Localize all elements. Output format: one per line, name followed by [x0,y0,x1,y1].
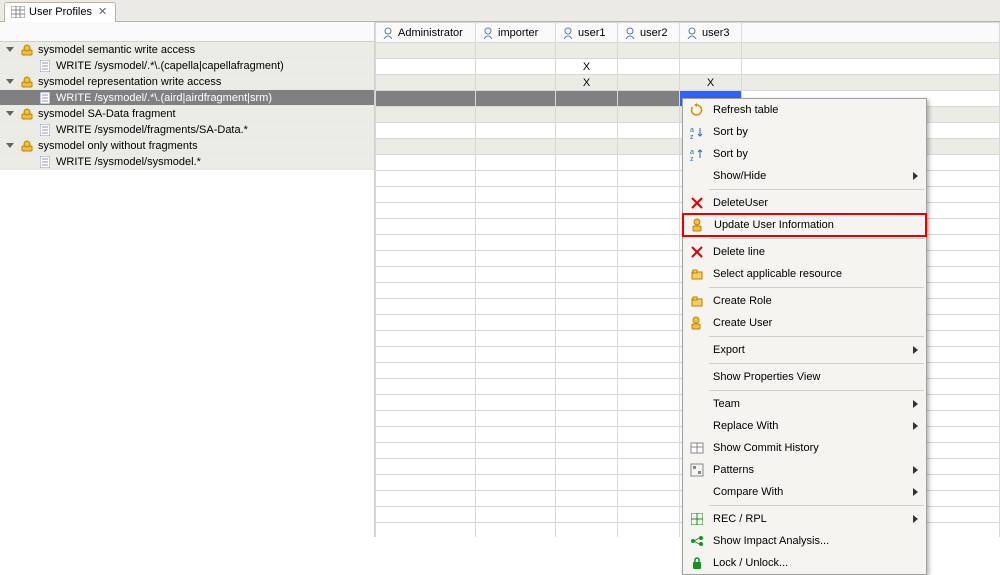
document-icon [38,155,52,169]
submenu-arrow-icon [913,488,918,496]
tree-group-label: sysmodel semantic write access [38,44,195,56]
tree-group-label: sysmodel only without fragments [38,140,198,152]
role-icon [20,139,34,153]
svg-text:z: z [690,156,694,161]
tab-user-profiles[interactable]: User Profiles ✕ [4,2,116,22]
tree-panel: sysmodel semantic write access WRITE /sy… [0,22,375,537]
tree-group[interactable]: sysmodel only without fragments [0,138,374,154]
cell[interactable] [680,59,742,75]
menu-sort-asc[interactable]: az Sort by [683,121,926,143]
submenu-arrow-icon [913,422,918,430]
cell[interactable] [376,59,476,75]
tree-group-label: sysmodel representation write access [38,76,221,88]
tree-child[interactable]: WRITE /sysmodel/sysmodel.* [0,154,374,170]
svg-text:a: a [690,149,694,156]
tab-bar: User Profiles ✕ [0,0,1000,22]
menu-select-resource[interactable]: Select applicable resource [683,263,926,285]
user-edit-icon [688,218,708,232]
col-header[interactable]: Administrator [376,23,476,43]
col-header[interactable]: user2 [618,23,680,43]
sort-asc-icon: az [687,125,707,139]
menu-create-role[interactable]: Create Role [683,290,926,312]
user-icon [687,316,707,330]
tree-child-label: WRITE /sysmodel/.*\.(capella|capellafrag… [56,60,284,72]
tree-group[interactable]: sysmodel representation write access [0,74,374,90]
menu-replace-with[interactable]: Replace With [683,415,926,437]
col-header[interactable]: user3 [680,23,742,43]
sort-desc-icon: az [687,147,707,161]
lock-icon [687,556,707,570]
chevron-down-icon [6,143,14,148]
tree-group[interactable]: sysmodel SA-Data fragment [0,106,374,122]
menu-rec-rpl[interactable]: REC / RPL [683,508,926,530]
col-header[interactable]: user1 [556,23,618,43]
tree-child[interactable]: WRITE /sysmodel/fragments/SA-Data.* [0,122,374,138]
menu-show-hide[interactable]: Show/Hide [683,165,926,187]
chevron-down-icon [6,111,14,116]
tree-child-selected[interactable]: WRITE /sysmodel/.*\.(aird|airdfragment|s… [0,90,374,106]
cell[interactable] [476,59,556,75]
chevron-down-icon [6,79,14,84]
menu-sort-desc[interactable]: az Sort by [683,143,926,165]
refresh-icon [687,103,707,117]
cell[interactable] [618,59,680,75]
menu-delete-line[interactable]: Delete line [683,241,926,263]
menu-show-impact[interactable]: Show Impact Analysis... [683,530,926,552]
tree-child[interactable]: WRITE /sysmodel/.*\.(capella|capellafrag… [0,58,374,74]
cell[interactable]: X [556,75,618,91]
resource-icon [687,268,707,280]
tree-child-label: WRITE /sysmodel/fragments/SA-Data.* [56,124,248,136]
role-icon [20,107,34,121]
svg-text:a: a [690,127,694,134]
menu-export[interactable]: Export [683,339,926,361]
menu-lock-unlock[interactable]: Lock / Unlock... [683,552,926,574]
document-icon [38,59,52,73]
menu-update-user-info[interactable]: Update User Information [682,213,927,237]
menu-commit-history[interactable]: Show Commit History [683,437,926,459]
delete-icon [687,246,707,258]
menu-team[interactable]: Team [683,393,926,415]
col-header[interactable]: importer [476,23,556,43]
menu-refresh-table[interactable]: Refresh table [683,99,926,121]
submenu-arrow-icon [913,400,918,408]
tree-child-label: WRITE /sysmodel/sysmodel.* [56,156,201,168]
close-icon[interactable]: ✕ [98,5,107,19]
document-icon [38,123,52,137]
menu-show-properties[interactable]: Show Properties View [683,366,926,388]
context-menu: Refresh table az Sort by az Sort by Show… [682,98,927,575]
history-icon [687,442,707,454]
submenu-arrow-icon [913,515,918,523]
tree-child-label: WRITE /sysmodel/.*\.(aird|airdfragment|s… [56,92,272,104]
role-icon [20,43,34,57]
menu-compare-with[interactable]: Compare With [683,481,926,503]
delete-icon [687,197,707,209]
menu-create-user[interactable]: Create User [683,312,926,334]
submenu-arrow-icon [913,172,918,180]
menu-delete-user[interactable]: DeleteUser [683,192,926,214]
table-icon [11,6,25,18]
document-icon [38,91,52,105]
patterns-icon [687,463,707,477]
tree-group-label: sysmodel SA-Data fragment [38,108,176,120]
grid-icon [687,513,707,525]
chevron-down-icon [6,47,14,52]
submenu-arrow-icon [913,346,918,354]
tree-group[interactable]: sysmodel semantic write access [0,42,374,58]
menu-patterns[interactable]: Patterns [683,459,926,481]
cell[interactable]: X [556,59,618,75]
submenu-arrow-icon [913,466,918,474]
svg-text:z: z [690,134,694,139]
tab-label: User Profiles [29,6,92,18]
role-icon [687,295,707,307]
role-icon [20,75,34,89]
cell[interactable]: X [680,75,742,91]
